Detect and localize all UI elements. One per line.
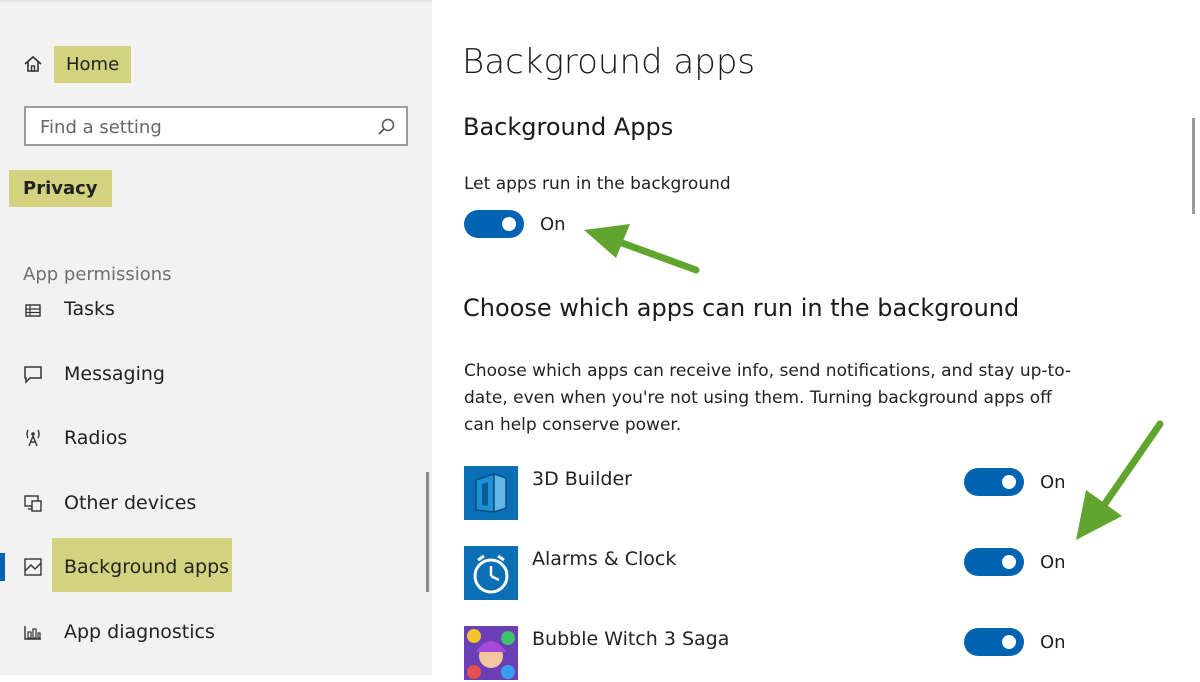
choose-apps-description: Choose which apps can receive info, send… xyxy=(464,361,1072,435)
search-icon[interactable] xyxy=(376,117,396,137)
app-row-bubble-witch: Bubble Witch 3 Saga On xyxy=(464,626,1104,682)
toggle-knob xyxy=(502,217,516,231)
app-name: 3D Builder xyxy=(532,468,632,490)
search-input[interactable] xyxy=(38,114,372,140)
app-name: Alarms & Clock xyxy=(532,548,677,570)
sidebar-item-label: App diagnostics xyxy=(64,621,215,643)
sidebar-item-other-devices[interactable]: Other devices xyxy=(0,483,420,523)
app-toggle-state: On xyxy=(1040,632,1066,653)
sidebar-item-label: Messaging xyxy=(64,363,165,385)
section-title: Background Apps xyxy=(463,113,674,141)
app-name: Bubble Witch 3 Saga xyxy=(532,628,730,650)
toggle-knob xyxy=(1002,635,1016,649)
page-title: Background apps xyxy=(462,42,756,82)
message-icon xyxy=(21,362,45,386)
devices-icon xyxy=(21,491,45,515)
sidebar-item-background-apps[interactable]: Background apps xyxy=(0,547,420,587)
sidebar-item-radios[interactable]: Radios xyxy=(0,418,420,458)
sidebar: Home Privacy App permissions Tasks Messa… xyxy=(0,0,432,675)
app-toggle-3d-builder[interactable] xyxy=(964,468,1024,496)
tasks-icon xyxy=(21,298,45,320)
master-toggle[interactable] xyxy=(464,210,524,238)
home-link[interactable]: Home xyxy=(54,46,132,83)
sidebar-item-label: Tasks xyxy=(64,298,115,320)
top-divider xyxy=(0,0,432,2)
sidebar-item-messaging[interactable]: Messaging xyxy=(0,354,420,394)
master-toggle-label: Let apps run in the background xyxy=(464,174,731,194)
category-title: Privacy xyxy=(9,170,112,207)
annotation-arrow-icon xyxy=(584,224,700,274)
search-box[interactable] xyxy=(24,106,408,146)
main-scrollbar[interactable] xyxy=(1192,118,1195,214)
bubble-witch-icon xyxy=(464,626,518,680)
sidebar-item-label: Other devices xyxy=(64,492,197,514)
sidebar-scrollbar[interactable] xyxy=(426,472,429,592)
choose-apps-title: Choose which apps can run in the backgro… xyxy=(463,294,1020,322)
background-apps-icon xyxy=(21,555,45,579)
sidebar-item-label: Background apps xyxy=(64,556,230,578)
section-label: App permissions xyxy=(23,264,172,285)
app-row-alarms-clock: Alarms & Clock On xyxy=(464,546,1104,602)
app-toggle-state: On xyxy=(1040,552,1066,573)
home-icon xyxy=(21,52,45,76)
app-toggle-alarms-clock[interactable] xyxy=(964,548,1024,576)
annotation-arrow-icon xyxy=(1076,420,1164,540)
radio-tower-icon xyxy=(21,426,45,450)
sidebar-item-label: Radios xyxy=(64,427,128,449)
app-toggle-bubble-witch[interactable] xyxy=(964,628,1024,656)
sidebar-item-app-diagnostics[interactable]: App diagnostics xyxy=(0,612,420,652)
alarm-clock-icon xyxy=(464,546,518,600)
diagnostics-icon xyxy=(21,620,45,644)
app-row-3d-builder: 3D Builder On xyxy=(464,466,1104,522)
toggle-knob xyxy=(1002,555,1016,569)
master-toggle-state: On xyxy=(540,214,566,235)
main-panel: Background apps Background Apps Let apps… xyxy=(432,0,1200,680)
3d-builder-icon xyxy=(464,466,518,520)
toggle-knob xyxy=(1002,475,1016,489)
sidebar-item-tasks[interactable]: Tasks xyxy=(0,290,420,320)
